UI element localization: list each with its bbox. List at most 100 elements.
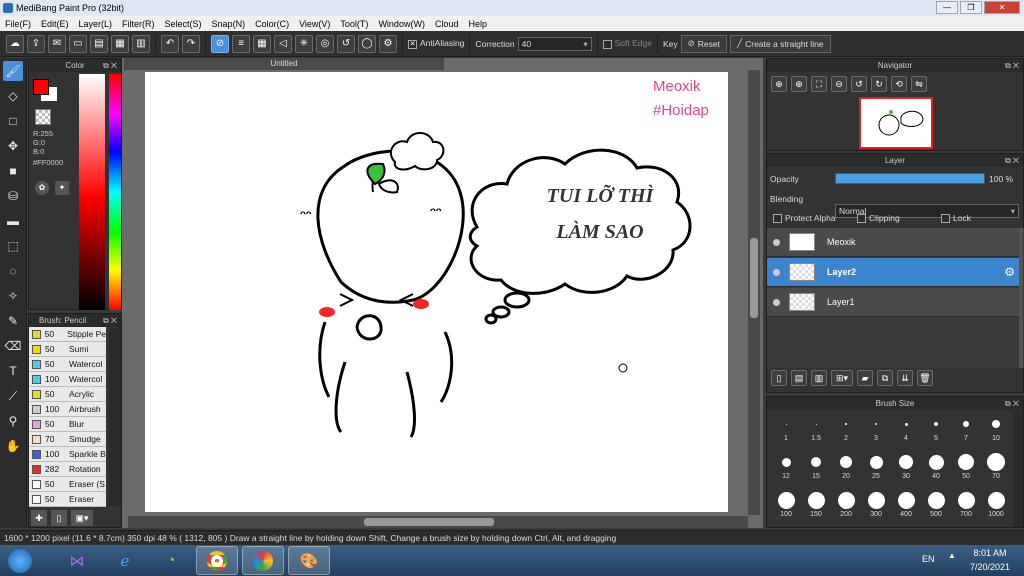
add-brush-icon[interactable]: ✚ <box>31 510 47 526</box>
brush-menu-icon[interactable]: ▣▾ <box>71 510 93 526</box>
delete-layer-icon[interactable]: 🗑 <box>917 370 933 386</box>
color-picker-icon[interactable]: ✦ <box>55 181 69 195</box>
layer-row-meoxik[interactable]: Meoxik <box>767 228 1019 257</box>
panel-options-icon[interactable]: ⧉ ✕ <box>1005 397 1019 410</box>
layer-settings-gear-icon[interactable]: ⚙ <box>1004 265 1015 279</box>
cloud-icon[interactable]: ☁ <box>6 34 24 53</box>
create-straight-line-button[interactable]: ╱ Create a straight line <box>729 34 831 53</box>
brush-size-option[interactable]: 50 <box>951 451 981 483</box>
foreground-color-swatch[interactable] <box>33 79 49 95</box>
lasso-tool-icon[interactable]: ◌ <box>3 261 23 281</box>
brush-size-option[interactable]: 100 <box>771 489 801 521</box>
parallel-snap-icon[interactable]: ≡ <box>232 34 250 53</box>
menu-help[interactable]: Help <box>463 19 492 29</box>
zoom-fit-icon[interactable]: ⊕ <box>791 76 807 92</box>
brush-size-option[interactable]: 5 <box>921 413 951 445</box>
gradient-tool-icon[interactable]: ▬ <box>3 211 23 231</box>
visual-studio-icon[interactable]: ⋈ <box>56 546 98 575</box>
internet-explorer-icon[interactable]: ℯ <box>104 546 146 575</box>
visibility-eye-icon[interactable] <box>773 238 780 246</box>
brush-size-option[interactable]: 12 <box>771 451 801 483</box>
brush-size-option[interactable]: 25 <box>861 451 891 483</box>
menu-cloud[interactable]: Cloud <box>430 19 464 29</box>
navigator-preview[interactable] <box>859 97 933 149</box>
list-item[interactable]: 50 Eraser (S <box>29 477 106 492</box>
menu-window[interactable]: Window(W) <box>373 19 430 29</box>
select-tool-icon[interactable]: ⬚ <box>3 236 23 256</box>
brush-tool-icon[interactable]: 🖌 <box>3 61 23 81</box>
bucket-tool-icon[interactable]: ⛁ <box>3 186 23 206</box>
brush-size-option[interactable]: 1000 <box>981 489 1011 521</box>
brush-size-option[interactable]: 15 <box>801 451 831 483</box>
brush-page-icon[interactable]: ▯ <box>51 510 67 526</box>
document-tab[interactable]: Untitled <box>124 58 444 70</box>
panel-options-icon[interactable]: ⧉ ✕ <box>1005 154 1019 167</box>
rotate-right-icon[interactable]: ↻ <box>871 76 887 92</box>
cross-snap-icon[interactable]: ▦ <box>253 34 271 53</box>
add-layer-menu-icon[interactable]: ⊞▾ <box>831 370 853 386</box>
brush-size-option[interactable]: 40 <box>921 451 951 483</box>
brush-size-option[interactable]: 1.5 <box>801 413 831 445</box>
panel-options-icon[interactable]: ⧉ ✕ <box>1005 59 1019 72</box>
menu-layer[interactable]: Layer(L) <box>74 19 118 29</box>
correction-select[interactable]: 40 <box>517 36 592 51</box>
horizontal-scroll-thumb[interactable] <box>364 518 494 526</box>
brush-size-option[interactable]: 700 <box>951 489 981 521</box>
ellipse-snap-icon[interactable]: ◯ <box>358 34 376 53</box>
text-tool-icon[interactable]: T <box>3 361 23 381</box>
list-item[interactable]: 50 Blur <box>29 417 106 432</box>
antialiasing-checkbox[interactable]: ✕ <box>408 39 417 49</box>
horizontal-scrollbar[interactable] <box>128 516 748 528</box>
reset-rotation-icon[interactable]: ⟲ <box>891 76 907 92</box>
brush-size-option[interactable]: 20 <box>831 451 861 483</box>
brush-size-option[interactable]: 300 <box>861 489 891 521</box>
menu-view[interactable]: View(V) <box>294 19 335 29</box>
eyedropper-tool-icon[interactable]: ⚲ <box>3 411 23 431</box>
flip-icon[interactable]: ⇋ <box>911 76 927 92</box>
layer-list-scrollbar[interactable] <box>1019 228 1023 368</box>
undo-icon[interactable]: ↶ <box>161 34 179 53</box>
brush-size-option[interactable]: 1 <box>771 413 801 445</box>
eraser-tool-icon[interactable]: ◇ <box>3 86 23 106</box>
list-item[interactable]: 50 Eraser <box>29 492 106 507</box>
zoom-in-icon[interactable]: ⊕ <box>771 76 787 92</box>
list-item[interactable]: 282 Rotation <box>29 462 106 477</box>
saturation-value-field[interactable] <box>79 74 105 310</box>
radial-snap-icon[interactable]: ✳ <box>295 34 313 53</box>
select-eraser-tool-icon[interactable]: ⌫ <box>3 336 23 356</box>
start-button[interactable] <box>2 546 38 575</box>
tray-arrow-icon[interactable]: ▲ <box>948 551 956 560</box>
paint-icon[interactable]: 🎨 <box>288 546 330 575</box>
list-item[interactable]: 50 Watercol <box>29 357 106 372</box>
protect-alpha-toggle[interactable]: Protect Alpha <box>773 213 836 224</box>
hand-tool-icon[interactable]: ✋ <box>3 436 23 456</box>
soft-edge-checkbox[interactable] <box>602 39 612 49</box>
brush-list-scrollbar[interactable] <box>109 328 121 506</box>
reset-button[interactable]: ⊘ Reset <box>680 34 727 53</box>
list-item[interactable]: 50 Acrylic <box>29 387 106 402</box>
menu-tool[interactable]: Tool(T) <box>335 19 373 29</box>
vertical-scrollbar[interactable] <box>748 70 760 515</box>
minimize-button[interactable]: — <box>936 1 958 14</box>
list-item[interactable]: 70 Smudge <box>29 432 106 447</box>
brush-size-option[interactable]: 500 <box>921 489 951 521</box>
menu-edit[interactable]: Edit(E) <box>36 19 74 29</box>
divide-tool-icon[interactable]: ⟋ <box>3 386 23 406</box>
panel-options-icon[interactable]: ⧉ ✕ <box>103 314 117 327</box>
palette-icon[interactable]: ✿ <box>35 181 49 195</box>
maximize-button[interactable]: ❐ <box>960 1 982 14</box>
brush-size-option[interactable]: 10 <box>981 413 1011 445</box>
drawing-canvas[interactable]: Meoxik #Hoidap ᵔᵔ ᵔᵔ TUI LỠ THÌ LÀM SAO <box>145 72 728 512</box>
transparent-color-swatch[interactable] <box>35 109 51 125</box>
select-pen-tool-icon[interactable]: ✎ <box>3 311 23 331</box>
new-8bit-layer-icon[interactable]: ▥ <box>811 370 827 386</box>
redo-icon[interactable]: ↷ <box>182 34 200 53</box>
rotate-left-icon[interactable]: ↺ <box>851 76 867 92</box>
protect-alpha-checkbox[interactable] <box>773 214 782 224</box>
menu-snap[interactable]: Snap(N) <box>207 19 251 29</box>
layer-row-layer1[interactable]: Layer1 <box>767 288 1019 317</box>
clock[interactable]: 8:01 AM 7/20/2021 <box>966 548 1014 572</box>
lock-checkbox[interactable] <box>941 214 950 224</box>
vertical-scroll-thumb[interactable] <box>750 238 758 318</box>
antialiasing-toggle[interactable]: ✕ AntiAliasing <box>408 38 464 49</box>
